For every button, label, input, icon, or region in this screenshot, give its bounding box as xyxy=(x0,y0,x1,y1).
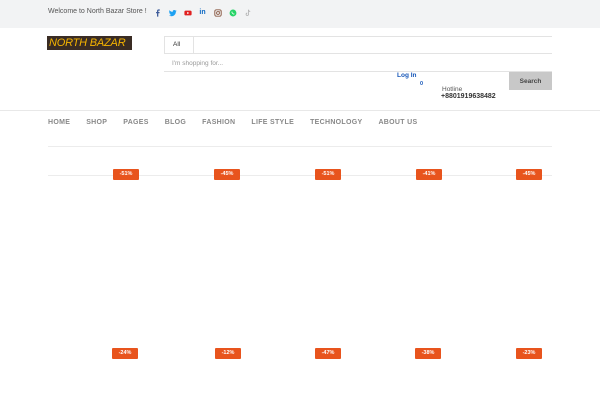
site-logo[interactable]: NORTH BAZAR xyxy=(47,36,132,50)
discount-badge: -41% xyxy=(416,169,442,180)
category-select[interactable]: All xyxy=(165,37,194,53)
search-button[interactable]: Search xyxy=(509,72,552,90)
hotline-label: Hotline xyxy=(442,86,463,93)
whatsapp-icon[interactable] xyxy=(228,8,237,17)
nav-item-fashion[interactable]: FASHION xyxy=(202,119,235,126)
tiktok-icon[interactable] xyxy=(243,8,252,17)
cart-count-badge[interactable]: 0 xyxy=(420,81,423,87)
instagram-icon[interactable] xyxy=(213,8,222,17)
main-nav: HOME SHOP PAGES BLOG FASHION LIFE STYLE … xyxy=(48,119,433,126)
nav-item-life-style[interactable]: LIFE STYLE xyxy=(251,119,294,126)
twitter-icon[interactable] xyxy=(168,8,177,17)
hotline-number: +8801919638482 xyxy=(441,93,496,100)
discount-badge: -45% xyxy=(516,169,542,180)
youtube-icon[interactable] xyxy=(183,8,192,17)
discount-badge: -12% xyxy=(215,348,241,359)
discount-badge: -45% xyxy=(214,169,240,180)
nav-item-technology[interactable]: TECHNOLOGY xyxy=(310,119,362,126)
nav-item-blog[interactable]: BLOG xyxy=(165,119,186,126)
linkedin-icon[interactable]: in xyxy=(198,8,207,17)
top-bar: Welcome to North Bazar Store ! in xyxy=(0,0,600,28)
header-divider xyxy=(0,110,600,111)
discount-badge: -47% xyxy=(315,348,341,359)
nav-item-about-us[interactable]: ABOUT US xyxy=(378,119,417,126)
discount-badge: -24% xyxy=(112,348,138,359)
nav-item-shop[interactable]: SHOP xyxy=(86,119,107,126)
login-link[interactable]: Log In xyxy=(397,72,417,79)
nav-divider xyxy=(48,146,552,147)
search-input[interactable] xyxy=(164,56,552,72)
category-search-bar: All xyxy=(164,36,552,54)
discount-badge: -23% xyxy=(516,348,542,359)
discount-badge: -38% xyxy=(415,348,441,359)
nav-item-pages[interactable]: PAGES xyxy=(123,119,149,126)
discount-badge: -51% xyxy=(113,169,139,180)
nav-item-home[interactable]: HOME xyxy=(48,119,70,126)
discount-badge: -51% xyxy=(315,169,341,180)
facebook-icon[interactable] xyxy=(153,8,162,17)
welcome-text: Welcome to North Bazar Store ! xyxy=(48,8,147,15)
